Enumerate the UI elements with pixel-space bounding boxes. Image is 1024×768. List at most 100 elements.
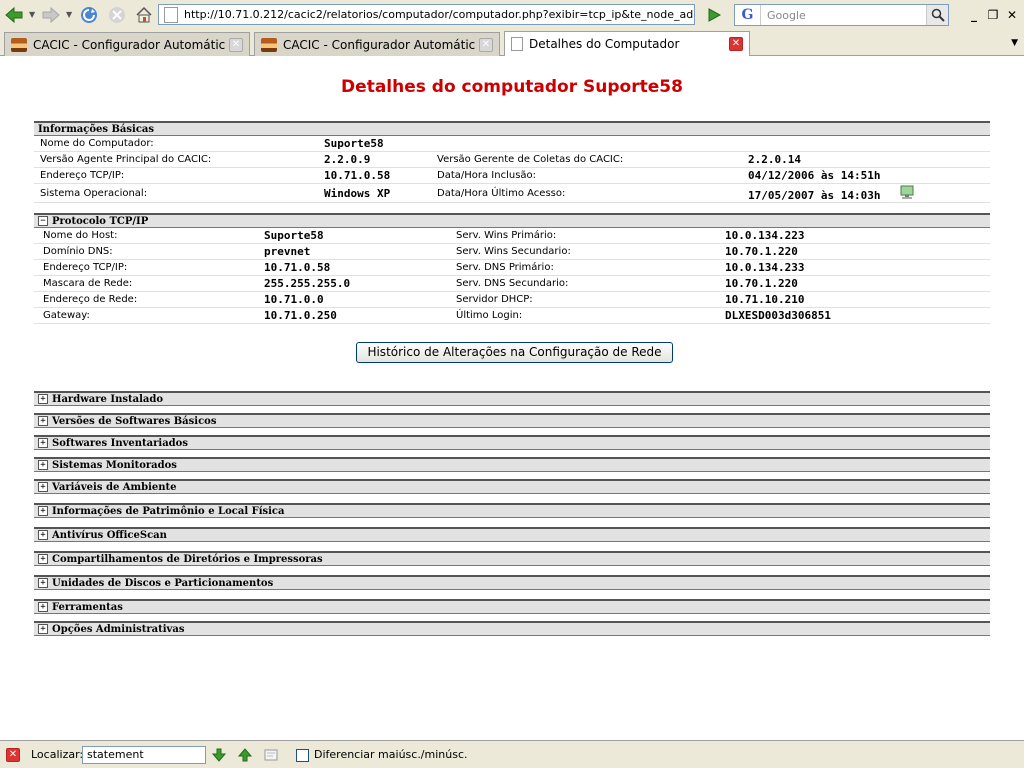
field-label: Domínio DNS: [43,246,113,257]
collapse-icon[interactable]: − [38,216,48,226]
tab-list-dropdown-icon[interactable]: ▼ [1011,38,1018,48]
section-disks[interactable]: + Unidades de Discos e Particionamentos [34,575,990,590]
table-row: Mascara de Rede: 255.255.255.0 Serv. DNS… [34,276,990,292]
section-title[interactable]: Variáveis de Ambiente [52,482,177,493]
field-label: Endereço TCP/IP: [43,262,128,273]
reload-button[interactable] [78,4,100,26]
section-title[interactable]: Informações de Patrimônio e Local Física [52,506,285,517]
computer-status-icon[interactable] [900,185,914,203]
field-value: Windows XP [324,187,391,200]
expand-icon[interactable]: + [38,394,48,404]
section-title[interactable]: Hardware Instalado [52,394,163,405]
stop-button[interactable] [106,4,128,26]
section-header[interactable]: + Compartilhamentos de Diretórios e Impr… [34,551,990,566]
back-button[interactable] [3,4,25,26]
search-input[interactable]: Google [761,9,926,22]
field-value: 10.0.134.223 [725,229,805,242]
expand-icon[interactable]: + [38,578,48,588]
section-title[interactable]: Compartilhamentos de Diretórios e Impres… [52,554,323,565]
search-box[interactable]: G Google [734,4,949,26]
highlight-all-icon[interactable] [263,747,279,763]
go-button[interactable] [703,4,725,26]
google-engine-icon[interactable]: G [735,5,761,25]
section-title[interactable]: Opções Administrativas [52,624,184,635]
section-header[interactable]: + Opções Administrativas [34,621,990,636]
search-icon[interactable] [926,5,948,25]
forward-dropdown-icon[interactable]: ▼ [66,10,74,19]
section-header[interactable]: + Ferramentas [34,599,990,614]
tab-close-icon[interactable]: ✕ [479,37,493,52]
section-title[interactable]: Versões de Softwares Básicos [52,416,216,427]
section-inventoried-software[interactable]: + Softwares Inventariados [34,435,990,450]
section-hardware[interactable]: + Hardware Instalado [34,391,990,406]
stop-icon [109,7,125,23]
cacic-favicon-icon [261,37,277,52]
section-basic-software[interactable]: + Versões de Softwares Básicos [34,413,990,428]
section-patrimony[interactable]: + Informações de Patrimônio e Local Físi… [34,503,990,518]
field-label: Último Login: [456,310,523,321]
tab-cacic-2[interactable]: CACIC - Configurador Automático e C... ✕ [254,32,500,56]
section-header[interactable]: + Versões de Softwares Básicos [34,413,990,428]
field-value: 10.70.1.220 [725,277,798,290]
section-title[interactable]: Softwares Inventariados [52,438,188,449]
section-admin-options[interactable]: + Opções Administrativas [34,621,990,636]
field-label: Data/Hora Último Acesso: [437,188,566,199]
expand-icon[interactable]: + [38,416,48,426]
section-tools[interactable]: + Ferramentas [34,599,990,614]
find-previous-icon[interactable] [237,747,253,763]
section-title[interactable]: Unidades de Discos e Particionamentos [52,578,273,589]
section-title[interactable]: Sistemas Monitorados [52,460,177,471]
section-title[interactable]: Protocolo TCP/IP [52,216,148,227]
table-row: Endereço TCP/IP: 10.71.0.58 Data/Hora In… [34,168,990,184]
section-header[interactable]: + Unidades de Discos e Particionamentos [34,575,990,590]
find-input[interactable]: statement [82,746,206,764]
table-row: Sistema Operacional: Windows XP Data/Hor… [34,184,990,203]
table-row: Domínio DNS: prevnet Serv. Wins Secundar… [34,244,990,260]
section-monitored-systems[interactable]: + Sistemas Monitorados [34,457,990,472]
section-header[interactable]: + Informações de Patrimônio e Local Físi… [34,503,990,518]
field-label: Sistema Operacional: [40,188,148,199]
tab-cacic-1[interactable]: CACIC - Configurador Automático e C... ✕ [4,32,250,56]
tab-close-icon[interactable]: ✕ [229,37,243,52]
field-value: 10.71.0.0 [264,293,324,306]
section-header[interactable]: + Hardware Instalado [34,391,990,406]
section-title[interactable]: Ferramentas [52,602,123,613]
restore-icon[interactable]: ❐ [985,7,1001,23]
back-dropdown-icon[interactable]: ▼ [29,10,37,19]
section-header[interactable]: + Softwares Inventariados [34,435,990,450]
field-value: Suporte58 [264,229,324,242]
field-value: 255.255.255.0 [264,277,351,290]
expand-icon[interactable]: + [38,482,48,492]
find-bar: ✕ Localizar: statement Diferenciar maiús… [0,740,1024,768]
section-shares[interactable]: + Compartilhamentos de Diretórios e Impr… [34,551,990,566]
expand-icon[interactable]: + [38,530,48,540]
section-antivirus[interactable]: + Antivírus OfficeScan [34,527,990,542]
section-header[interactable]: + Variáveis de Ambiente [34,479,990,494]
close-window-icon[interactable]: ✕ [1004,7,1020,23]
tab-close-icon[interactable]: ✕ [729,37,743,51]
forward-button[interactable] [40,4,62,26]
expand-icon[interactable]: + [38,438,48,448]
section-environment-variables[interactable]: + Variáveis de Ambiente [34,479,990,494]
section-title[interactable]: Antivírus OfficeScan [52,530,167,541]
tab-detalhes[interactable]: Detalhes do Computador ✕ [504,31,750,56]
section-header[interactable]: + Antivírus OfficeScan [34,527,990,542]
match-case-checkbox[interactable] [296,749,309,762]
expand-icon[interactable]: + [38,554,48,564]
tab-label: Detalhes do Computador [529,37,680,51]
minimize-icon[interactable]: _ [966,7,982,23]
section-header[interactable]: + Sistemas Monitorados [34,457,990,472]
find-close-icon[interactable]: ✕ [6,748,20,762]
expand-icon[interactable]: + [38,602,48,612]
home-button[interactable] [133,4,155,26]
url-text[interactable]: http://10.71.0.212/cacic2/relatorios/com… [184,8,694,21]
network-history-button[interactable]: Histórico de Alterações na Configuração … [356,342,673,363]
address-bar[interactable]: http://10.71.0.212/cacic2/relatorios/com… [158,4,695,25]
expand-icon[interactable]: + [38,460,48,470]
section-header: Informações Básicas [34,121,990,136]
expand-icon[interactable]: + [38,624,48,634]
match-case-label[interactable]: Diferenciar maiúsc./minúsc. [314,748,468,761]
expand-icon[interactable]: + [38,506,48,516]
find-next-icon[interactable] [211,747,227,763]
section-header[interactable]: − Protocolo TCP/IP [34,213,990,228]
